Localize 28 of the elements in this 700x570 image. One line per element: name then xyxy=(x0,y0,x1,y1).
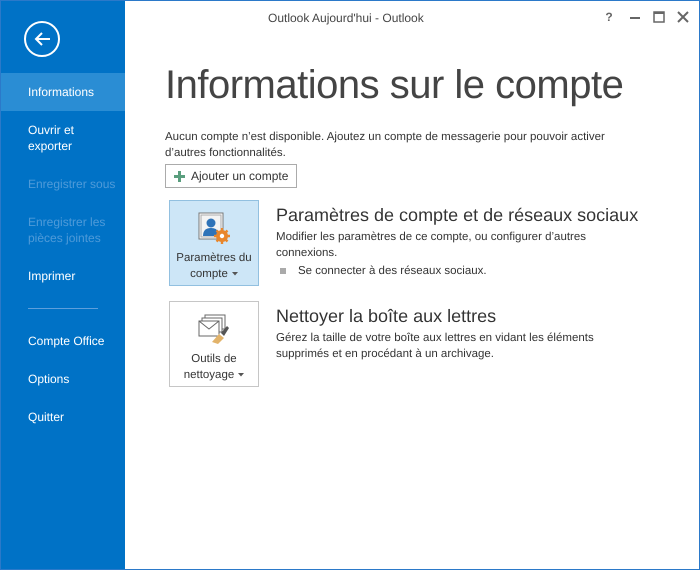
caret-icon xyxy=(232,272,238,276)
window-title: Outlook Aujourd'hui - Outlook xyxy=(268,10,424,27)
sidebar-item[interactable]: Imprimer xyxy=(1,257,125,295)
maximize-icon[interactable] xyxy=(653,11,665,23)
account-settings-button[interactable]: Paramètres du compte xyxy=(169,200,259,286)
close-icon[interactable] xyxy=(677,11,689,23)
help-button[interactable]: ? xyxy=(601,8,617,26)
bullet-icon xyxy=(280,268,286,274)
back-button[interactable] xyxy=(24,21,60,57)
caret-icon xyxy=(238,372,244,377)
plus-icon xyxy=(174,170,185,182)
cleanup-tools-button[interactable]: Outils de nettoyage xyxy=(169,301,259,387)
section-text: Modifier les paramètres de ce compte, ou configurer d’autres connexions. xyxy=(276,230,588,261)
sidebar-item[interactable]: Quitter xyxy=(1,398,125,436)
add-account-button[interactable]: Ajouter un compte xyxy=(165,164,298,188)
description-text: Aucun compte n’est disponible. Ajoutez un compte de messagerie pour pouvoir activer d’autres fonctionnalités. xyxy=(165,130,606,161)
section-text: Gérez la taille de votre boîte aux lettres en vidant les éléments supprimés et en procédant à un archivage. xyxy=(276,331,595,362)
sidebar-item[interactable]: Options xyxy=(1,360,125,398)
page-title: Informations sur le compte xyxy=(165,62,624,109)
section-heading: Paramètres de compte et de réseaux sociaux xyxy=(276,204,638,227)
sidebar-item[interactable]: Informations xyxy=(1,73,125,111)
section-heading: Nettoyer la boîte aux lettres xyxy=(276,305,498,328)
user-gear-icon xyxy=(197,211,231,245)
sidebar-item[interactable]: Ouvrir et exporter xyxy=(1,111,125,165)
back-arrow-icon xyxy=(33,31,51,47)
bullet-link[interactable]: Se connecter à des réseaux sociaux. xyxy=(298,263,487,279)
sidebar-item[interactable]: Compte Office xyxy=(1,322,125,360)
envelopes-brush-icon xyxy=(197,312,231,346)
